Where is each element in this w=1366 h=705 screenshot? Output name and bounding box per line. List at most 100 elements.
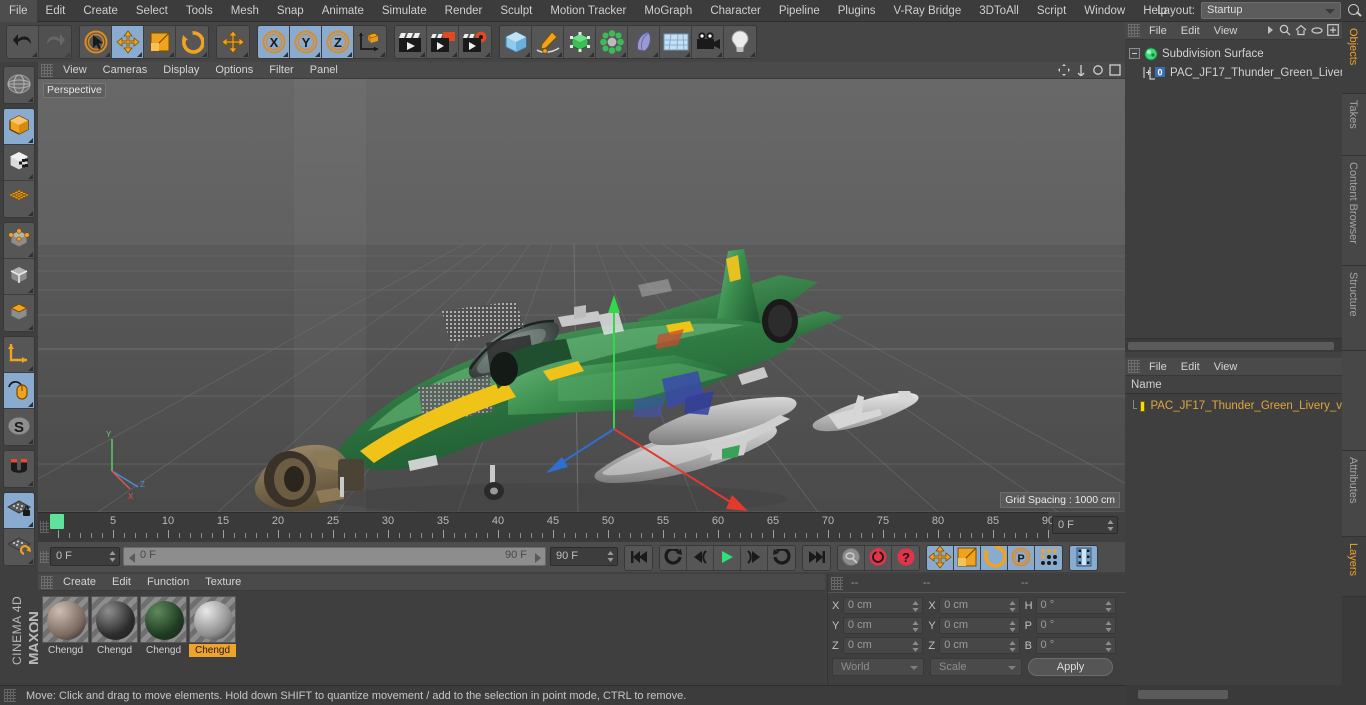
menu-plugins[interactable]: Plugins [829,0,885,22]
spinner-icon[interactable] [1009,641,1016,652]
current-frame-field[interactable]: 0 F [1052,516,1118,534]
spinner-icon[interactable] [912,621,919,632]
panel-grip-icon[interactable] [41,575,53,589]
soft-selection-button[interactable]: S [4,409,34,445]
add-array-button[interactable] [596,26,628,58]
flyout-corner-icon[interactable] [621,52,626,57]
rotation-field[interactable]: 0 ° [1035,617,1116,634]
menu-select[interactable]: Select [127,0,177,22]
flyout-corner-icon[interactable] [557,52,562,57]
add-light-button[interactable] [724,26,756,58]
tab-content-browser[interactable]: Content Browser [1342,156,1366,266]
rotation-field[interactable]: 0 ° [1035,637,1116,654]
material-menu-edit[interactable]: Edit [104,574,139,591]
play-button[interactable] [714,546,741,570]
current-time-marker[interactable] [50,514,64,529]
spinner-icon[interactable] [1105,601,1112,612]
viewport-menu-filter[interactable]: Filter [261,62,301,79]
point-level-animation-button[interactable] [1035,546,1062,570]
material-thumbnail[interactable] [140,596,187,643]
range-right-arrow-icon[interactable] [535,553,541,563]
arrow-right-icon[interactable] [1266,25,1275,35]
menu-sculpt[interactable]: Sculpt [491,0,541,22]
material-item[interactable]: Chengd [42,596,89,657]
world-object-axis[interactable] [354,26,386,58]
menu-mograph[interactable]: MoGraph [635,0,701,22]
search-icon[interactable] [1347,3,1362,18]
timeline-toggle-button[interactable] [1070,546,1097,570]
edges-mode-button[interactable] [4,259,34,295]
menu-simulate[interactable]: Simulate [373,0,436,22]
go-to-start-button[interactable] [625,546,652,570]
flyout-corner-icon[interactable] [28,288,33,293]
panel-grip-icon[interactable] [4,689,16,702]
menu-edit[interactable]: Edit [37,0,75,22]
menu-create[interactable]: Create [74,0,127,22]
object-menu-view[interactable]: View [1207,22,1245,40]
maximize-icon[interactable] [1109,64,1121,76]
viewport-menu-view[interactable]: View [55,62,95,79]
rotate-tool[interactable] [176,26,208,58]
viewport-menu-panel[interactable]: Panel [302,62,346,79]
flyout-corner-icon[interactable] [28,402,33,407]
flyout-corner-icon[interactable] [28,138,33,143]
menu-motion-tracker[interactable]: Motion Tracker [541,0,635,22]
tab-empty[interactable] [1342,351,1366,451]
viewport-menu-display[interactable]: Display [155,62,207,79]
flyout-corner-icon[interactable] [105,52,110,57]
move-tool[interactable] [112,26,144,58]
add-scene-object-button[interactable] [660,26,692,58]
autokeying-button[interactable] [865,546,892,570]
ellipse-icon[interactable] [1311,26,1323,35]
size-field[interactable]: 0 cm [939,617,1020,634]
scrollbar-thumb[interactable] [1128,342,1334,350]
material-name[interactable]: Chengd [140,644,187,657]
material-menu-create[interactable]: Create [55,574,104,591]
menu-render[interactable]: Render [436,0,492,22]
menu-mesh[interactable]: Mesh [222,0,268,22]
flyout-corner-icon[interactable] [65,52,70,57]
uv-mesh-button[interactable] [4,181,34,217]
flyout-corner-icon[interactable] [525,52,530,57]
next-key-button[interactable] [768,546,795,570]
material-item[interactable]: Chengd [189,596,236,657]
scrollbar-thumb[interactable] [1138,690,1228,699]
plus-box-icon[interactable] [1327,24,1339,36]
tab-objects[interactable]: Objects [1342,22,1366,94]
add-cube-button[interactable] [500,26,532,58]
search-icon[interactable] [1279,24,1291,36]
texture-mode-button[interactable] [4,145,34,181]
viewport-menu-cameras[interactable]: Cameras [95,62,156,79]
flyout-corner-icon[interactable] [28,252,33,257]
spinner-icon[interactable] [607,551,614,562]
record-active-objects-button[interactable] [838,546,865,570]
spinner-icon[interactable] [109,551,116,562]
flyout-corner-icon[interactable] [283,52,288,57]
flyout-corner-icon[interactable] [28,174,33,179]
layer-row[interactable]: PAC_JF17_Thunder_Green_Livery_v [1125,397,1342,415]
object-menu-edit[interactable]: Edit [1174,22,1207,40]
workplane-lock-button[interactable] [4,493,34,529]
live-selection-tool[interactable] [80,26,112,58]
material-name[interactable]: Chengd [91,644,138,657]
menu-script[interactable]: Script [1028,0,1075,22]
undo-view-button[interactable] [4,67,34,103]
object-tree-item[interactable]: 0 PAC_JF17_Thunder_Green_Livery_ [1129,63,1356,82]
material-item[interactable]: Chengd [140,596,187,657]
material-menu-function[interactable]: Function [139,574,197,591]
home-icon[interactable] [1295,24,1307,36]
next-frame-button[interactable] [741,546,768,570]
flyout-corner-icon[interactable] [750,52,755,57]
viewport-canvas[interactable]: Y Z X Perspective Grid Spacing : 1000 cm [38,79,1125,512]
add-generator-button[interactable] [564,26,596,58]
layer-menu-view[interactable]: View [1207,358,1245,376]
object-tree-item[interactable]: Subdivision Surface [1129,44,1342,63]
parameter-key-button[interactable]: P [1008,546,1035,570]
flyout-corner-icon[interactable] [28,439,33,444]
pan-icon[interactable] [1058,64,1070,76]
material-name[interactable]: Chengd [189,644,236,657]
flyout-corner-icon[interactable] [32,52,37,57]
add-spline-button[interactable] [532,26,564,58]
size-field[interactable]: 0 cm [939,597,1020,614]
flyout-corner-icon[interactable] [169,52,174,57]
